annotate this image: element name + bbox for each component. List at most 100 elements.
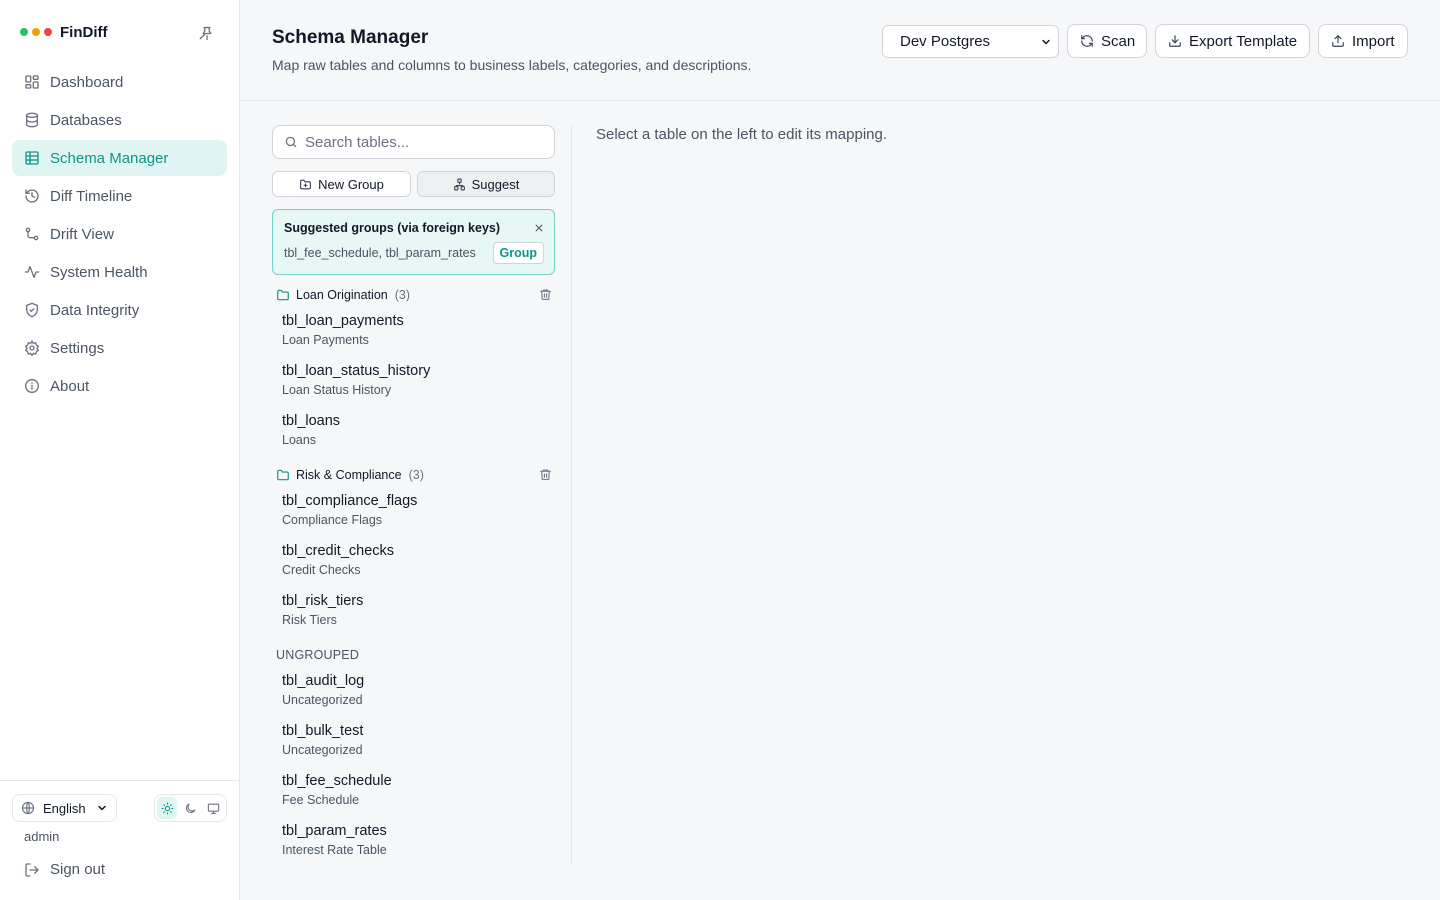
table-label: Loan Payments — [282, 333, 369, 347]
suggested-groups-title: Suggested groups (via foreign keys) — [284, 221, 501, 235]
theme-light-button[interactable] — [157, 797, 177, 819]
sidebar-item-databases[interactable]: Databases — [12, 102, 227, 138]
sidebar-item-schema-manager[interactable]: Schema Manager — [12, 140, 227, 176]
sign-out-button[interactable]: Sign out — [24, 861, 105, 878]
sidebar-item-drift-view[interactable]: Drift View — [12, 216, 227, 252]
table-row[interactable]: tbl_credit_checks Credit Checks — [272, 535, 556, 585]
sidebar-item-label: About — [50, 377, 90, 395]
table-name: tbl_param_rates — [282, 823, 387, 839]
table-name: tbl_fee_schedule — [282, 773, 392, 789]
download-icon — [1168, 34, 1182, 48]
brand: FinDiff — [20, 22, 107, 42]
dot-red — [44, 28, 52, 36]
page-header: Schema Manager Map raw tables and column… — [240, 0, 1440, 101]
group-header[interactable]: Risk & Compliance (3) — [272, 465, 556, 485]
sidebar-item-label: Data Integrity — [50, 301, 140, 319]
suggested-groups-box: Suggested groups (via foreign keys) tbl_… — [272, 209, 555, 275]
info-icon — [24, 378, 40, 394]
git-branch-icon — [24, 226, 40, 242]
sidebar-item-dashboard[interactable]: Dashboard — [12, 64, 227, 100]
theme-dark-button[interactable] — [180, 797, 200, 819]
moon-icon — [184, 802, 197, 815]
theme-switcher — [154, 794, 227, 822]
table-row[interactable]: tbl_param_rates Interest Rate Table — [272, 815, 556, 865]
suggest-label: Suggest — [471, 176, 520, 192]
language-select[interactable]: English — [12, 794, 117, 822]
sidebar-item-settings[interactable]: Settings — [12, 330, 227, 366]
search-input[interactable] — [305, 133, 545, 151]
table-label: Interest Rate Table — [282, 843, 387, 857]
chevron-down-icon — [96, 802, 108, 814]
shield-check-icon — [24, 302, 40, 318]
table-name: tbl_loans — [282, 413, 341, 429]
table-row[interactable]: tbl_loan_status_history Loan Status Hist… — [272, 355, 556, 405]
table-name: tbl_audit_log — [282, 673, 365, 689]
import-label: Import — [1352, 32, 1395, 50]
table-row[interactable]: tbl_audit_log Uncategorized — [272, 665, 556, 715]
new-group-label: New Group — [318, 176, 384, 192]
sidebar-item-label: Settings — [50, 339, 105, 357]
database-select-value: Dev Postgres — [900, 33, 991, 50]
sun-icon — [161, 802, 174, 815]
table-icon — [24, 150, 40, 166]
sidebar-item-diff-timeline[interactable]: Diff Timeline — [12, 178, 227, 214]
empty-state-hint: Select a table on the left to edit its m… — [596, 126, 888, 143]
database-select[interactable]: Dev Postgres — [882, 25, 1059, 58]
panel-divider — [571, 125, 572, 865]
export-template-label: Export Template — [1189, 32, 1298, 50]
sidebar-item-data-integrity[interactable]: Data Integrity — [12, 292, 227, 328]
sidebar-footer: English admin Sign out — [0, 780, 239, 900]
group-suggestion-button[interactable]: Group — [492, 242, 544, 264]
group-count: (3) — [408, 468, 424, 482]
log-out-icon — [24, 862, 40, 878]
table-search[interactable] — [272, 125, 555, 159]
dot-green — [20, 28, 28, 36]
export-template-button[interactable]: Export Template — [1155, 24, 1310, 58]
sidebar-item-label: Dashboard — [50, 73, 124, 91]
trash-icon[interactable] — [539, 468, 552, 481]
theme-system-button[interactable] — [203, 797, 223, 819]
folder-icon — [276, 288, 290, 302]
table-row[interactable]: tbl_fee_schedule Fee Schedule — [272, 765, 556, 815]
pin-icon[interactable] — [198, 23, 216, 41]
close-icon[interactable] — [534, 223, 544, 233]
ungrouped-heading: UNGROUPED — [276, 648, 360, 662]
folder-icon — [276, 468, 290, 482]
table-list: Loan Origination (3) tbl_loan_payments L… — [272, 285, 556, 865]
trash-icon[interactable] — [539, 288, 552, 301]
suggested-tables: tbl_fee_schedule, tbl_param_rates — [284, 246, 476, 260]
suggest-button[interactable]: Suggest — [417, 171, 555, 197]
new-group-button[interactable]: New Group — [272, 171, 411, 197]
refresh-icon — [1080, 34, 1094, 48]
table-row[interactable]: tbl_bulk_test Uncategorized — [272, 715, 556, 765]
table-label: Uncategorized — [282, 743, 363, 757]
chevron-down-icon — [1040, 36, 1052, 48]
import-button[interactable]: Import — [1318, 24, 1408, 58]
window-dots — [20, 28, 52, 36]
scan-button[interactable]: Scan — [1067, 24, 1147, 58]
table-row[interactable]: tbl_loan_payments Loan Payments — [272, 305, 556, 355]
dot-orange — [32, 28, 40, 36]
dashboard-icon — [24, 74, 40, 90]
table-label: Fee Schedule — [282, 793, 360, 807]
table-name: tbl_risk_tiers — [282, 593, 364, 609]
page-subtitle: Map raw tables and columns to business l… — [272, 57, 752, 73]
group-header[interactable]: Loan Origination (3) — [272, 285, 556, 305]
sidebar-item-about[interactable]: About — [12, 368, 227, 404]
table-label: Loan Status History — [282, 383, 392, 397]
sidebar: FinDiff Dashboard Databases Schema Manag… — [0, 0, 240, 900]
group-name: Risk & Compliance — [296, 468, 402, 482]
table-row[interactable]: tbl_loans Loans — [272, 405, 556, 455]
table-name: tbl_bulk_test — [282, 723, 364, 739]
monitor-icon — [207, 802, 220, 815]
table-row[interactable]: tbl_compliance_flags Compliance Flags — [272, 485, 556, 535]
search-icon — [284, 135, 298, 149]
table-name: tbl_credit_checks — [282, 543, 395, 559]
globe-icon — [21, 801, 35, 815]
sidebar-item-label: System Health — [50, 263, 148, 281]
table-label: Credit Checks — [282, 563, 361, 577]
table-row[interactable]: tbl_risk_tiers Risk Tiers — [272, 585, 556, 635]
folder-plus-icon — [299, 178, 312, 191]
sidebar-item-system-health[interactable]: System Health — [12, 254, 227, 290]
table-name: tbl_loan_payments — [282, 313, 404, 329]
